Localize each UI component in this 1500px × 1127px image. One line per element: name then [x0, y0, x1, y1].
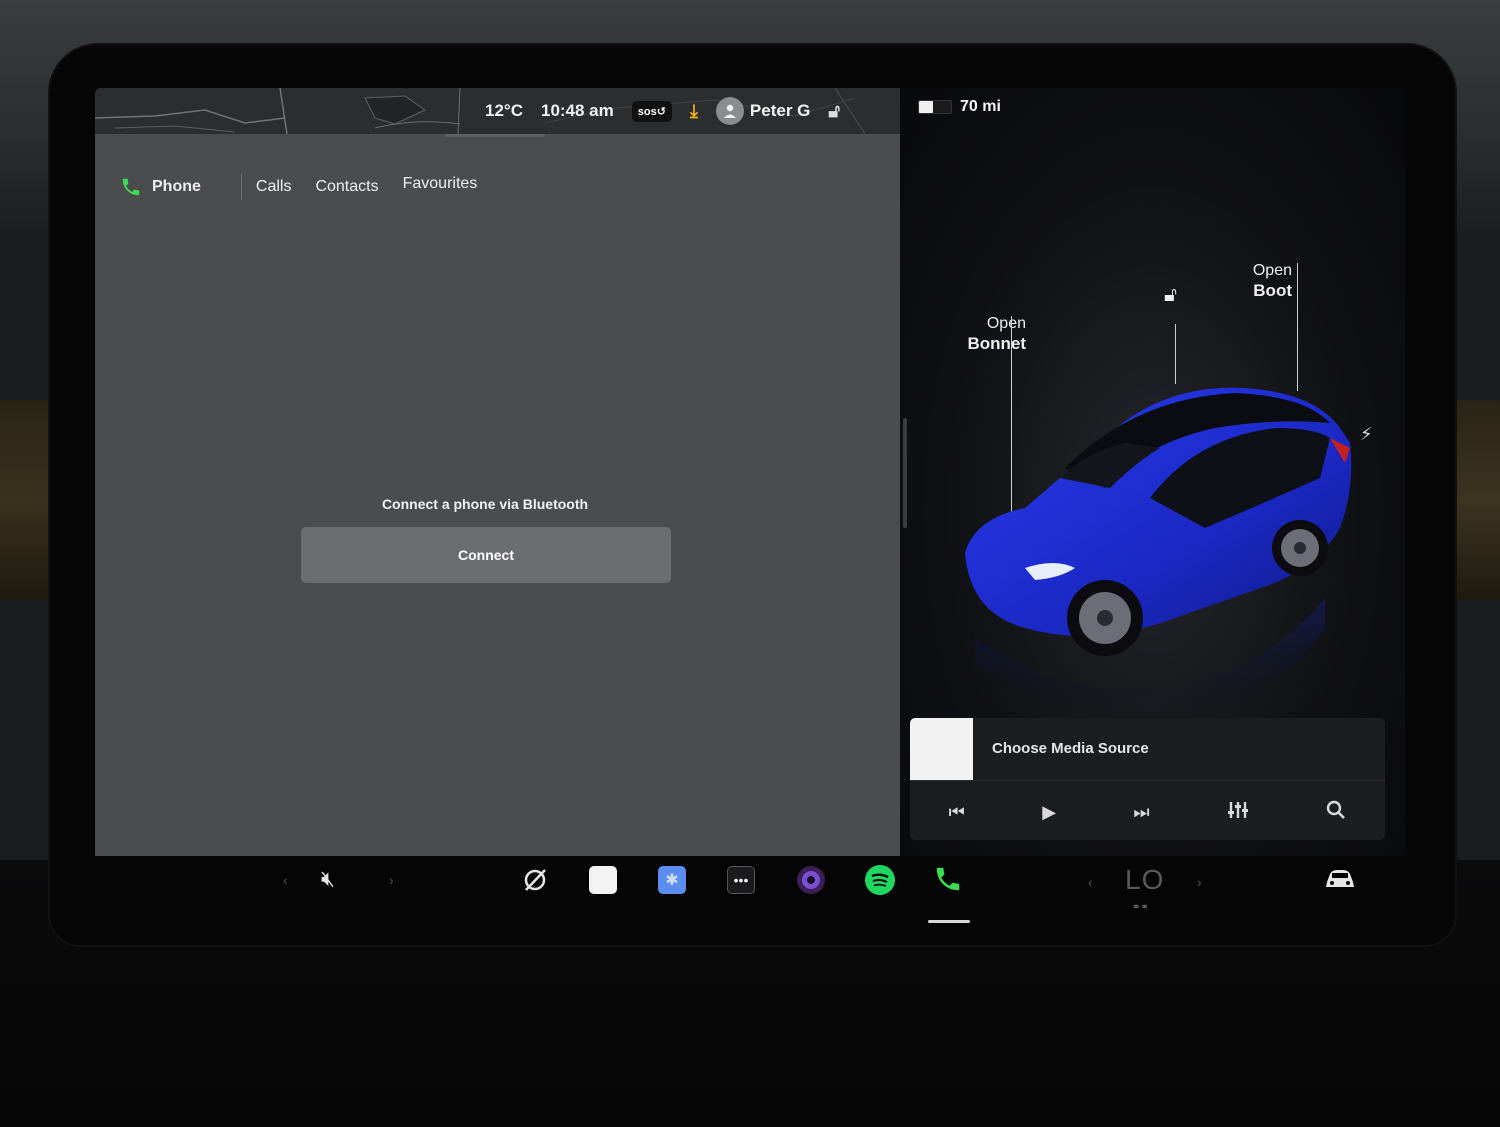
- play-icon[interactable]: ▶︎: [1042, 802, 1056, 823]
- tab-favourites[interactable]: Favourites: [403, 175, 478, 193]
- battery-icon: [918, 100, 952, 114]
- clock: 10:48 am: [540, 101, 614, 120]
- connect-message: Connect a phone via Bluetooth: [381, 496, 589, 512]
- volume-down-arrow[interactable]: ‹: [283, 872, 288, 888]
- driver-name: Peter G: [749, 101, 811, 120]
- phone-app-title: Phone: [120, 176, 201, 198]
- boot-label-line1: Open: [1252, 262, 1292, 279]
- car-icon[interactable]: [1323, 866, 1357, 892]
- range-indicator: 70 mi: [918, 98, 1001, 116]
- notes-icon[interactable]: [589, 866, 617, 894]
- phone-icon: [122, 178, 140, 196]
- outside-temperature: 12°C: [485, 101, 523, 120]
- tab-contacts[interactable]: Contacts: [315, 178, 378, 196]
- battery-fill: [919, 101, 934, 113]
- camera-off-icon[interactable]: [521, 866, 549, 894]
- seat-heater-icon[interactable]: ⚭⚭: [1132, 902, 1149, 913]
- search-icon[interactable]: [1326, 800, 1346, 825]
- album-art[interactable]: [910, 718, 973, 780]
- bluetooth-icon[interactable]: ✱: [658, 866, 686, 894]
- avatar-icon: [715, 97, 744, 125]
- media-divider: [910, 780, 1385, 781]
- bonnet-label-line2: Bonnet: [967, 334, 1026, 353]
- camera-app-icon[interactable]: [795, 864, 827, 896]
- unlock-icon[interactable]: 🔓︎: [828, 101, 840, 122]
- car-status-panel: 70 mi Open Bonnet Open Boot 🔓︎ ⚡︎ Choose…: [900, 88, 1405, 856]
- phone-icon[interactable]: [933, 864, 963, 894]
- media-source-button[interactable]: Choose Media Source: [992, 740, 1149, 757]
- media-player: Choose Media Source ⏮︎ ▶︎ ⏭︎: [910, 718, 1385, 840]
- connect-button[interactable]: Connect: [301, 527, 671, 583]
- spotify-icon[interactable]: [864, 864, 896, 896]
- next-track-icon[interactable]: ⏭︎: [1133, 802, 1149, 823]
- temp-down-arrow[interactable]: ‹: [1088, 874, 1093, 890]
- climate-temperature[interactable]: LO: [1125, 864, 1164, 896]
- map-drag-handle[interactable]: [445, 134, 545, 137]
- car-lock-icon[interactable]: 🔓︎: [1164, 284, 1177, 307]
- active-app-indicator: [928, 920, 970, 923]
- equalizer-icon[interactable]: [1227, 800, 1249, 825]
- previous-track-icon[interactable]: ⏮︎: [949, 802, 965, 823]
- status-bar: 12°C 10:48 am sos↺ ⤓ Peter G 🔓︎: [485, 94, 840, 128]
- phone-app-panel: 12°C 10:48 am sos↺ ⤓ Peter G 🔓︎ Phone Ca…: [95, 88, 900, 856]
- nav-divider: [240, 174, 242, 200]
- media-controls: ⏮︎ ▶︎ ⏭︎: [910, 790, 1385, 834]
- range-value: 70 mi: [960, 98, 1001, 115]
- download-icon[interactable]: ⤓: [690, 101, 698, 122]
- sos-button[interactable]: sos↺: [631, 100, 672, 122]
- tab-calls[interactable]: Calls: [256, 178, 292, 196]
- open-boot-button[interactable]: Open Boot: [1220, 261, 1292, 302]
- phone-title-label: Phone: [152, 178, 201, 195]
- driver-profile[interactable]: Peter G: [715, 97, 811, 125]
- car-model-image: [965, 387, 1352, 718]
- panel-resize-handle[interactable]: [903, 418, 907, 528]
- phone-nav: Phone Calls Contacts Favourites: [120, 174, 501, 200]
- more-icon[interactable]: •••: [727, 866, 755, 894]
- temp-up-arrow[interactable]: ›: [1197, 874, 1202, 890]
- taskbar: ‹ 🔇︎ › ✱ ••• ‹ LO ⚭⚭ ›: [95, 856, 1405, 928]
- boot-label-line2: Boot: [1253, 281, 1292, 300]
- mute-icon[interactable]: 🔇︎: [321, 866, 335, 892]
- touchscreen: 12°C 10:48 am sos↺ ⤓ Peter G 🔓︎ Phone Ca…: [95, 88, 1405, 928]
- volume-up-arrow[interactable]: ›: [389, 872, 394, 888]
